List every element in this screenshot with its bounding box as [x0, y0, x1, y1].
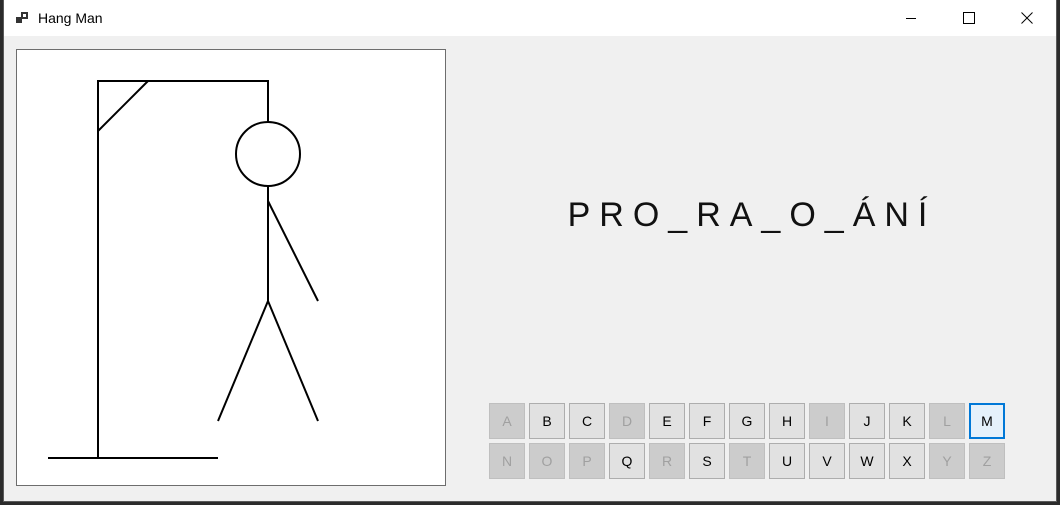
letter-key-o: O: [529, 443, 565, 479]
title-bar[interactable]: Hang Man: [4, 0, 1056, 36]
letter-key-u[interactable]: U: [769, 443, 805, 479]
app-window: Hang Man PRO_RA_O_ÁNÍ A B C D E F G H I …: [3, 0, 1057, 502]
minimize-icon: [906, 18, 916, 19]
hangman-head: [235, 121, 301, 187]
letter-key-f[interactable]: F: [689, 403, 725, 439]
letter-key-m[interactable]: M: [969, 403, 1005, 439]
close-button[interactable]: [998, 0, 1056, 36]
letter-key-k[interactable]: K: [889, 403, 925, 439]
letter-key-y: Y: [929, 443, 965, 479]
letter-key-c[interactable]: C: [569, 403, 605, 439]
letter-key-w[interactable]: W: [849, 443, 885, 479]
hangman-drawing: [16, 49, 446, 486]
letter-key-d: D: [609, 403, 645, 439]
letter-key-l: L: [929, 403, 965, 439]
letter-key-r: R: [649, 443, 685, 479]
letter-key-q[interactable]: Q: [609, 443, 645, 479]
letter-key-j[interactable]: J: [849, 403, 885, 439]
letter-key-x[interactable]: X: [889, 443, 925, 479]
letter-key-s[interactable]: S: [689, 443, 725, 479]
guessed-word: PRO_RA_O_ÁNÍ: [567, 196, 937, 234]
hangman-leg-left: [217, 300, 269, 422]
maximize-icon: [963, 12, 975, 24]
hangman-arm-right: [267, 200, 319, 302]
hangman-leg-right: [267, 300, 319, 422]
app-icon: [16, 12, 28, 23]
hangman-figure: [48, 80, 319, 459]
letter-key-a: A: [489, 403, 525, 439]
letter-key-p: P: [569, 443, 605, 479]
close-icon: [1021, 12, 1033, 24]
letter-key-b[interactable]: B: [529, 403, 565, 439]
minimize-button[interactable]: [882, 0, 940, 36]
letter-key-e[interactable]: E: [649, 403, 685, 439]
letter-key-g[interactable]: G: [729, 403, 765, 439]
window-title: Hang Man: [38, 10, 103, 26]
letter-key-v[interactable]: V: [809, 443, 845, 479]
letter-key-t: T: [729, 443, 765, 479]
maximize-button[interactable]: [940, 0, 998, 36]
letter-key-h[interactable]: H: [769, 403, 805, 439]
letter-key-n: N: [489, 443, 525, 479]
letter-key-i: I: [809, 403, 845, 439]
letter-key-z: Z: [969, 443, 1005, 479]
gallows-brace: [97, 80, 149, 132]
